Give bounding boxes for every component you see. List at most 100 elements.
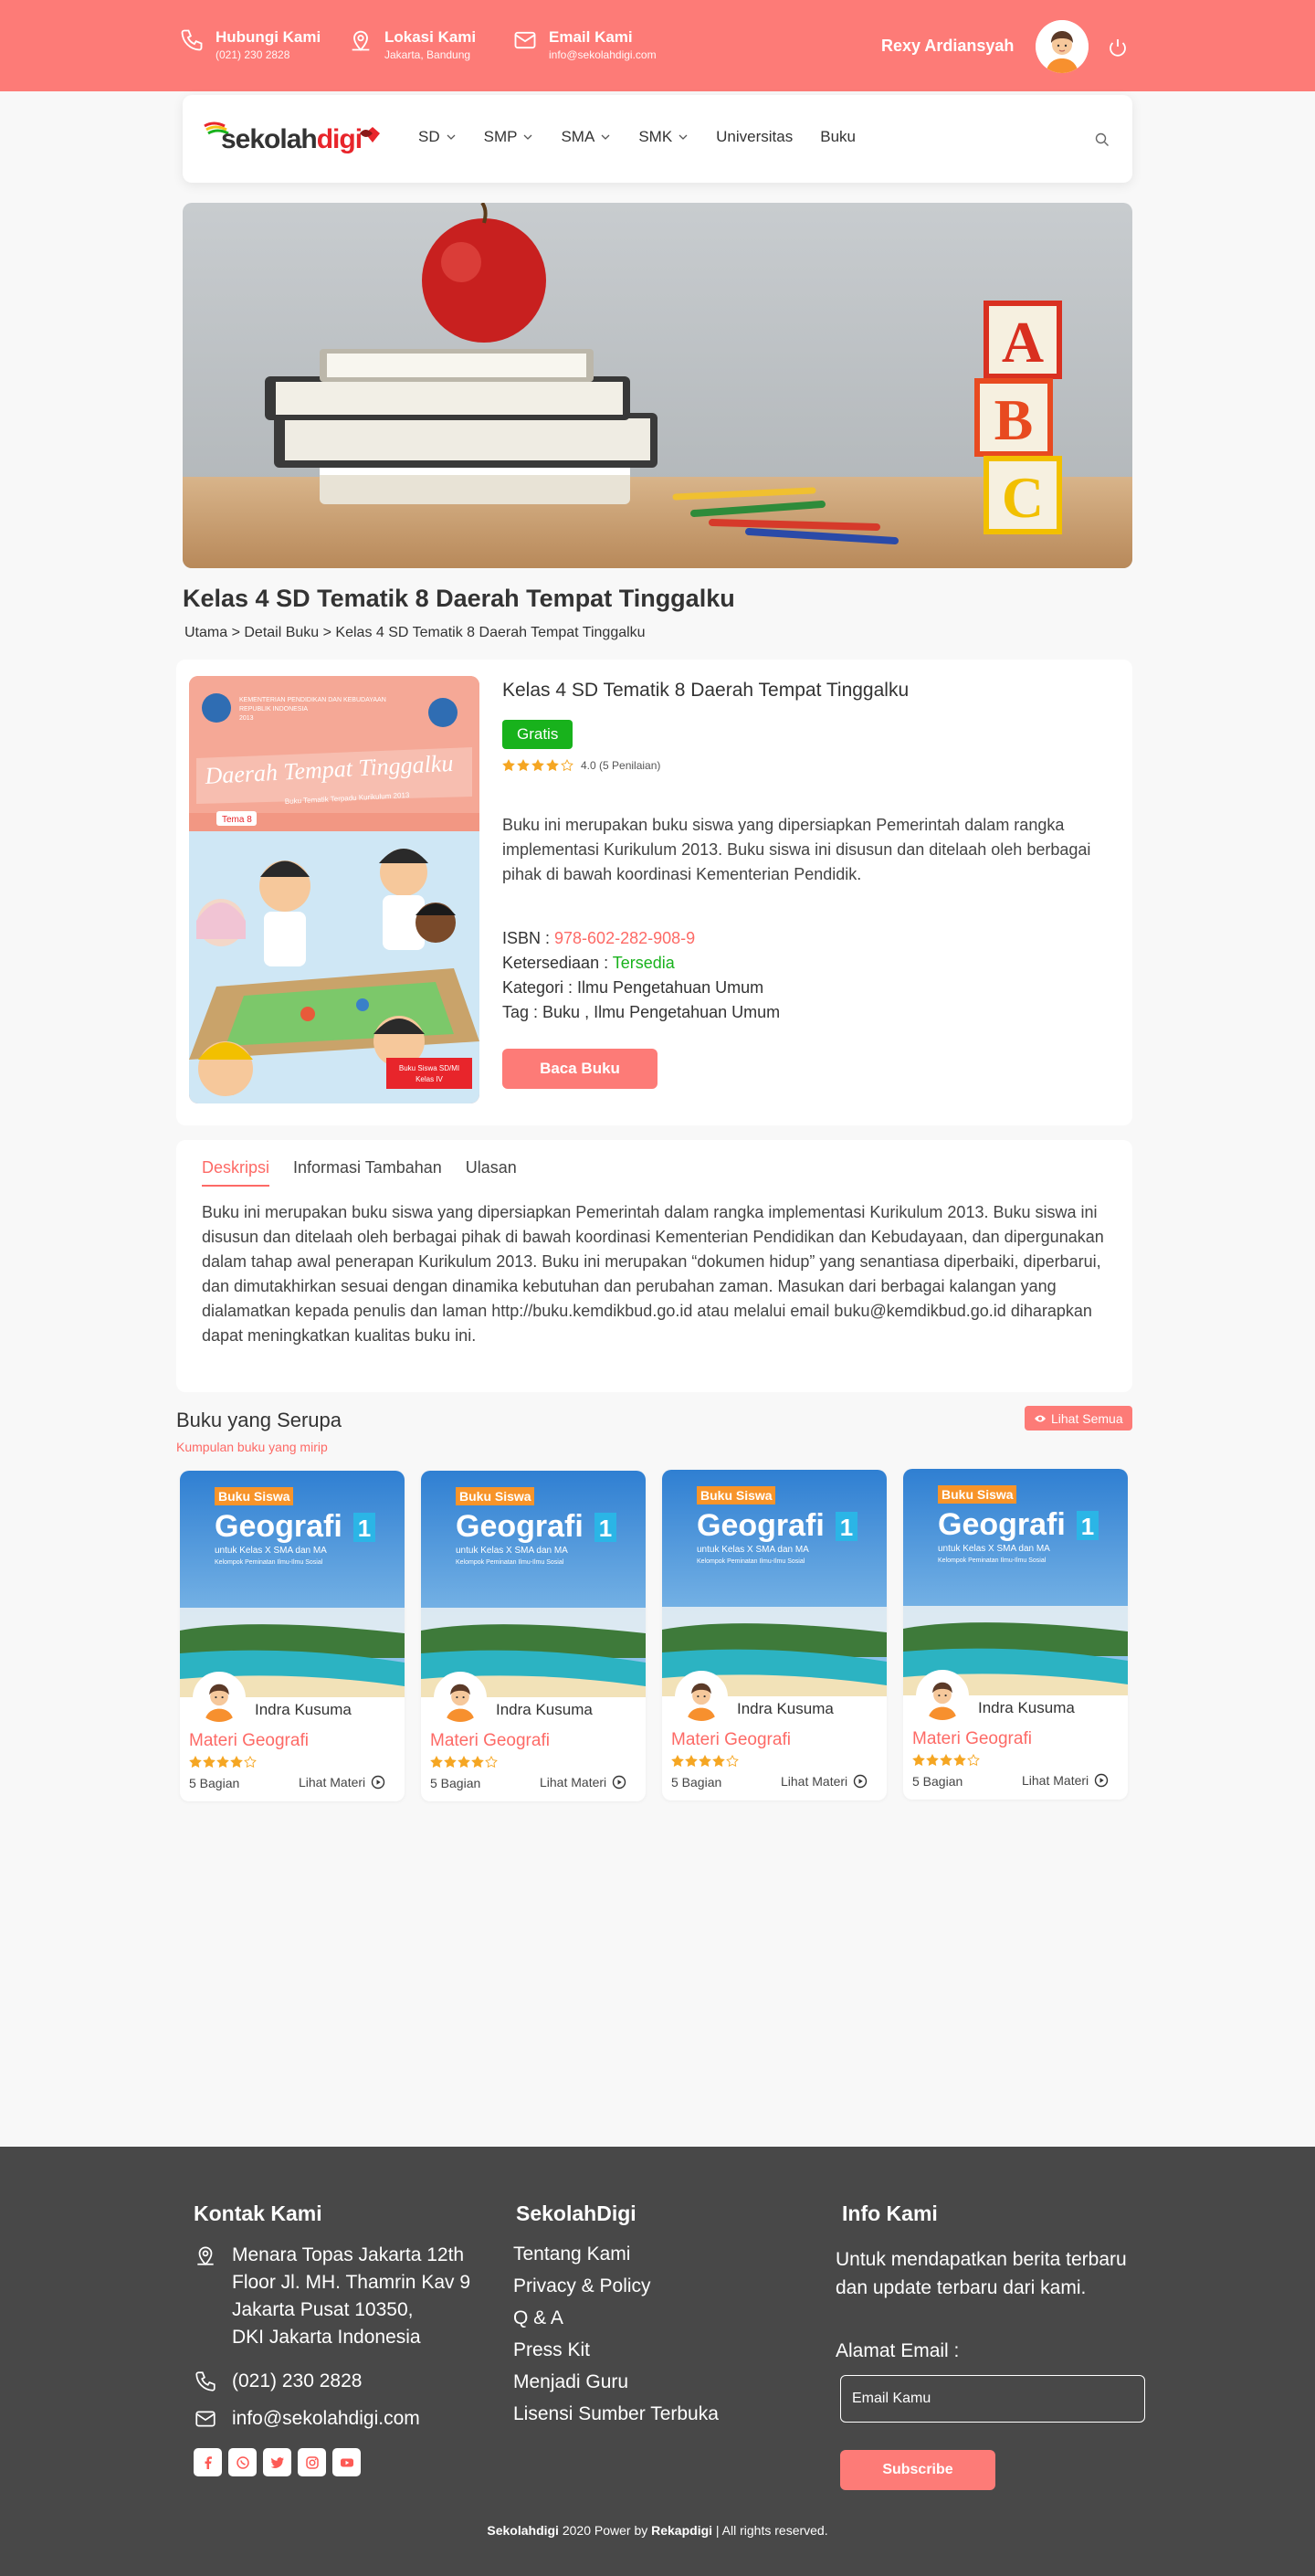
copyright-mid: 2020 Power by <box>558 2523 652 2538</box>
contact-info[interactable]: Hubungi Kami (021) 230 2828 <box>179 27 321 62</box>
newsletter-email-input[interactable] <box>840 2375 1145 2423</box>
star-filled-icon <box>531 759 544 772</box>
book-card[interactable]: Buku Siswa Geografi 1 untuk Kelas X SMA dan… <box>421 1471 646 1801</box>
book-card[interactable]: Buku Siswa Geografi 1 untuk Kelas X SMA dan… <box>662 1470 887 1800</box>
star-filled-icon <box>458 1756 470 1768</box>
footer-link-qa[interactable]: Q & A <box>513 2307 563 2329</box>
youtube-icon[interactable] <box>332 2448 361 2476</box>
nav-label: SMP <box>483 128 518 145</box>
cover-line2: Kelompok Peminatan Ilmu-Ilmu Sosial <box>215 1559 323 1566</box>
footer-link-lisensi[interactable]: Lisensi Sumber Terbuka <box>513 2403 719 2425</box>
card-title[interactable]: Materi Geografi <box>430 1731 550 1751</box>
card-rating <box>912 1754 980 1767</box>
category-value[interactable]: : Ilmu Pengetahuan Umum <box>563 978 763 997</box>
card-title[interactable]: Materi Geografi <box>912 1729 1032 1749</box>
nav-item-sd[interactable]: SD <box>418 128 457 146</box>
card-parts: 5 Bagian <box>671 1775 722 1789</box>
subscribe-button[interactable]: Subscribe <box>840 2450 995 2490</box>
star-row <box>502 759 573 772</box>
search-icon[interactable] <box>1094 132 1110 148</box>
card-title[interactable]: Materi Geografi <box>189 1731 309 1751</box>
logo-text-a: sekolah <box>221 124 318 154</box>
cover-ministry-l2: REPUBLIK INDONESIA <box>239 706 308 713</box>
category-row: Kategori : Ilmu Pengetahuan Umum <box>502 976 780 1000</box>
star-filled-icon <box>712 1755 725 1768</box>
tab-deskripsi[interactable]: Deskripsi <box>202 1158 270 1187</box>
address-line: DKI Jakarta Indonesia <box>232 2327 421 2348</box>
play-circle-icon <box>1094 1773 1109 1788</box>
see-material-label: Lihat Materi <box>540 1775 607 1789</box>
footer-link-guru[interactable]: Menjadi Guru <box>513 2371 628 2393</box>
nav-item-sma[interactable]: SMA <box>561 128 611 146</box>
nav-item-smp[interactable]: SMP <box>484 128 534 146</box>
card-rating <box>189 1756 257 1768</box>
nav-item-smk[interactable]: SMK <box>638 128 689 146</box>
similar-subtitle: Kumpulan buku yang mirip <box>176 1440 328 1454</box>
see-material-link[interactable]: Lihat Materi <box>540 1775 626 1789</box>
cover-book-name: Geografi <box>938 1507 1066 1542</box>
nav-label: SMK <box>638 128 673 145</box>
logo[interactable]: sekolahdigi <box>203 115 385 161</box>
play-circle-icon <box>853 1774 868 1789</box>
footer-link-tentang[interactable]: Tentang Kami <box>513 2243 630 2265</box>
tag-label: Tag <box>502 1003 530 1021</box>
power-icon[interactable] <box>1107 37 1129 58</box>
star-empty-icon <box>485 1756 498 1768</box>
copyright-power[interactable]: Rekapdigi <box>651 2523 712 2538</box>
footer-link-privacy[interactable]: Privacy & Policy <box>513 2275 651 2297</box>
author-name: Indra Kusuma <box>737 1700 834 1717</box>
see-material-label: Lihat Materi <box>781 1774 848 1789</box>
facebook-icon[interactable] <box>194 2448 222 2476</box>
mail-icon <box>514 31 536 49</box>
see-material-label: Lihat Materi <box>299 1775 366 1789</box>
tab-informasi-tambahan[interactable]: Informasi Tambahan <box>293 1158 442 1187</box>
book-card-cover: Buku Siswa Geografi 1 untuk Kelas X SMA dan… <box>421 1471 646 1697</box>
star-filled-icon <box>502 759 515 772</box>
tag-value[interactable]: : Buku , Ilmu Pengetahuan Umum <box>529 1003 780 1021</box>
read-book-button[interactable]: Baca Buku <box>502 1049 658 1089</box>
twitter-icon[interactable] <box>263 2448 291 2476</box>
chevron-down-icon <box>679 134 688 140</box>
see-material-link[interactable]: Lihat Materi <box>1022 1773 1109 1788</box>
star-filled-icon <box>230 1756 243 1768</box>
book-card[interactable]: Buku Siswa Geografi 1 untuk Kelas X SMA dan… <box>180 1471 405 1801</box>
see-material-link[interactable]: Lihat Materi <box>781 1774 868 1789</box>
nav-menu: SD SMP SMA SMK Universitas Buku <box>418 128 883 146</box>
nav-item-buku[interactable]: Buku <box>820 128 856 146</box>
nav-label: Buku <box>820 128 856 145</box>
location-icon <box>352 30 370 51</box>
footer-info-text: Untuk mendapatkan berita terbaru dan upd… <box>836 2249 1127 2298</box>
user-name[interactable]: Rexy Ardiansyah <box>881 37 1014 56</box>
isbn-label: ISBN : <box>502 929 555 947</box>
price-badge: Gratis <box>502 720 573 749</box>
instagram-icon[interactable] <box>298 2448 326 2476</box>
cover-ministry-l1: KEMENTERIAN PENDIDIKAN DAN KEBUDAYAAN <box>239 697 386 703</box>
cover-ministry-l3: 2013 <box>239 715 254 722</box>
breadcrumb[interactable]: Utama > Detail Buku > Kelas 4 SD Tematik… <box>184 625 646 641</box>
location-info[interactable]: Lokasi Kami Jakarta, Bandung <box>348 27 476 62</box>
see-all-button[interactable]: Lihat Semua <box>1025 1406 1132 1431</box>
whatsapp-icon[interactable] <box>228 2448 257 2476</box>
footer-email[interactable]: info@sekolahdigi.com <box>194 2405 420 2433</box>
rating: 4.0 (5 Penilaian) <box>502 759 660 772</box>
see-material-link[interactable]: Lihat Materi <box>299 1775 385 1789</box>
tab-bar: Deskripsi Informasi Tambahan Ulasan <box>202 1158 517 1187</box>
cover-book-name: Geografi <box>215 1509 342 1544</box>
star-filled-icon <box>699 1755 711 1768</box>
rating-text: 4.0 (5 Penilaian) <box>581 759 661 772</box>
nav-item-universitas[interactable]: Universitas <box>716 128 793 146</box>
footer-contact-heading: Kontak Kami <box>194 2201 322 2225</box>
user-avatar[interactable] <box>1036 20 1089 73</box>
book-card-cover: Buku Siswa Geografi 1 untuk Kelas X SMA dan… <box>903 1469 1128 1695</box>
tab-ulasan[interactable]: Ulasan <box>466 1158 517 1187</box>
cover-line1: untuk Kelas X SMA dan MA <box>938 1544 1050 1554</box>
similar-title: Buku yang Serupa <box>176 1409 342 1431</box>
star-filled-icon <box>953 1754 966 1767</box>
email-info[interactable]: Email Kami info@sekolahdigi.com <box>512 27 657 62</box>
footer-phone[interactable]: (021) 230 2828 <box>194 2368 362 2395</box>
book-card[interactable]: Buku Siswa Geografi 1 untuk Kelas X SMA dan… <box>903 1469 1128 1800</box>
address-line: Jakarta Pusat 10350, <box>232 2299 414 2320</box>
star-filled-icon <box>203 1756 216 1768</box>
footer-link-presskit[interactable]: Press Kit <box>513 2339 590 2361</box>
card-title[interactable]: Materi Geografi <box>671 1730 791 1750</box>
